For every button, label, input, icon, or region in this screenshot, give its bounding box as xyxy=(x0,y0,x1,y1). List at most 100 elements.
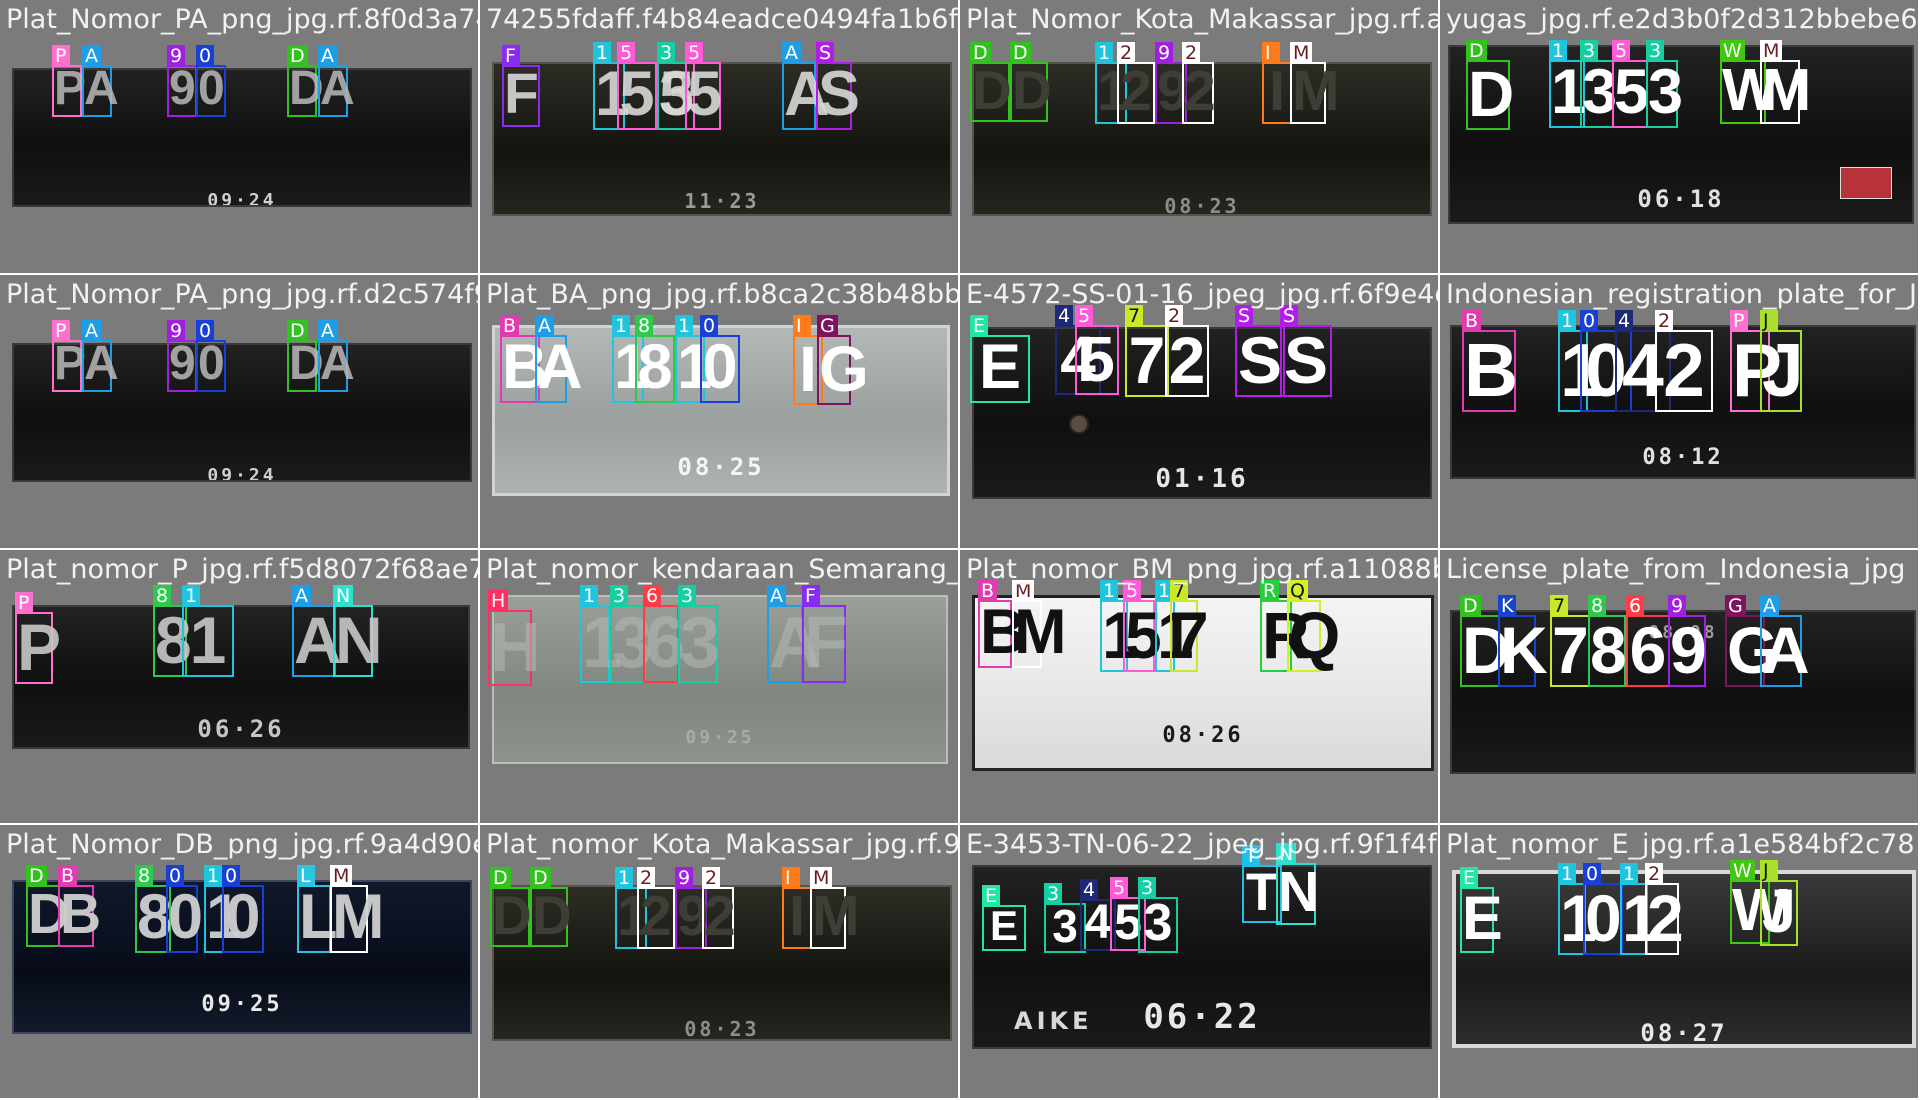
detection-box: 99 xyxy=(167,45,197,117)
detection-box: 33 xyxy=(678,585,720,683)
detection-box: JJ xyxy=(1760,860,1798,946)
plate-character: 5 xyxy=(1079,323,1115,395)
plate-character: 0 xyxy=(225,882,261,952)
detection-box: QQ xyxy=(1287,580,1340,672)
class-label: B xyxy=(58,865,78,887)
class-label: B xyxy=(978,580,998,602)
detection-box: 33 xyxy=(1138,877,1178,953)
license-plate: 11·23 xyxy=(492,62,952,216)
plate-character: 1 xyxy=(189,603,227,677)
detection-box: 00 xyxy=(196,45,226,117)
detection-box: 77 xyxy=(1550,595,1590,687)
class-label: M xyxy=(1012,580,1035,602)
detection-box: II xyxy=(782,867,812,949)
plate-character: 3 xyxy=(1143,894,1173,952)
plate-expiry-date: 08·25 xyxy=(677,453,765,481)
class-label: R xyxy=(1260,580,1280,602)
plate-character: E xyxy=(978,332,1022,402)
plate-character: W xyxy=(1722,57,1778,123)
class-label: B xyxy=(500,315,520,337)
image-tile: 06·26 P P 8 8 1 1 A A N N Plat_nomor_P_jpg.rf.f5d80… xyxy=(0,550,478,823)
class-label: 1 xyxy=(182,585,201,607)
detection-box: AA xyxy=(767,585,821,683)
class-label: K xyxy=(1498,595,1517,617)
plate-character: 2 xyxy=(1120,59,1152,123)
image-filename: Plat_nomor_Kota_Makassar_jpg.rf.926e07a3 xyxy=(486,829,958,860)
plate-character: N xyxy=(335,603,383,677)
class-label: 8 xyxy=(635,315,654,337)
detection-box: 66 xyxy=(1626,595,1670,687)
detection-box: 00 xyxy=(196,320,226,392)
class-label: M xyxy=(810,867,833,889)
plate-character: 2 xyxy=(1168,323,1206,397)
class-label: 3 xyxy=(678,585,697,607)
detection-box: MM xyxy=(1290,42,1339,124)
class-label: 9 xyxy=(167,320,186,342)
class-label: D xyxy=(1466,40,1487,62)
sticker-icon xyxy=(1840,167,1892,199)
class-label: 2 xyxy=(637,867,656,889)
plate-character: 0 xyxy=(168,882,204,952)
plate-character: B xyxy=(502,332,548,402)
plate-character: M xyxy=(332,882,385,952)
plate-expiry-date: 08·27 xyxy=(1640,1019,1728,1047)
detection-box: DD xyxy=(530,867,572,947)
class-label: 6 xyxy=(1626,595,1645,617)
plate-character: 2 xyxy=(1663,328,1705,412)
detection-box: 55 xyxy=(685,42,722,130)
class-label: T xyxy=(1242,845,1260,867)
image-filename: E-3453-TN-06-22_jpeg_jpg.rf.9f1f4fdb1 xyxy=(966,829,1438,860)
class-label: D xyxy=(530,867,551,889)
plate-character: 5 xyxy=(1614,57,1650,127)
detection-box: JJ xyxy=(1760,310,1804,412)
detection-box: 11 xyxy=(1620,863,1659,955)
detection-box: 11 xyxy=(580,585,622,683)
class-label: 1 xyxy=(580,585,599,607)
image-tile: 06·18 D D 1 1 3 3 5 5 3 3 W W M Myugas_jpg.rf.e2d3b0f2… xyxy=(1440,0,1918,273)
plate-character: 9 xyxy=(1157,59,1189,123)
image-tile: 08·12 B B 1 1 0 0 4 4 2 2 P P J J Indonesian_registrati… xyxy=(1440,275,1918,548)
plate-character: 2 xyxy=(704,884,736,948)
image-tile: 08·23 D D D D 1 1 2 2 9 9 2 2 I I M M Plat_nomor_Kota_Mak… xyxy=(480,825,958,1098)
plate-character: B xyxy=(1464,328,1519,412)
image-tile: 08·27 E E 1 1 0 0 1 1 2 2 W W J J Plat_nomor_E_jpg.rf.a… xyxy=(1440,825,1918,1098)
detection-box: AA xyxy=(535,315,583,403)
class-label: 9 xyxy=(167,45,186,67)
detection-box: 22 xyxy=(1117,42,1155,124)
plate-character: A xyxy=(769,603,821,683)
plate-character: E xyxy=(989,902,1018,949)
class-label: 5 xyxy=(685,42,704,64)
detection-box: 33 xyxy=(1646,40,1683,128)
detection-box: DD xyxy=(490,867,532,947)
class-label: A xyxy=(82,45,101,67)
class-label: 4 xyxy=(1080,879,1099,901)
detection-box: 55 xyxy=(1075,305,1119,395)
class-label: 5 xyxy=(617,42,636,64)
plate-character: 0 xyxy=(198,337,225,390)
detection-box: GG xyxy=(817,315,869,405)
class-label: J xyxy=(1760,310,1778,332)
plate-character: A xyxy=(84,62,119,115)
plate-character: P xyxy=(54,337,87,390)
detection-box: NN xyxy=(1276,843,1319,925)
plate-character: 8 xyxy=(637,332,673,402)
plate-character: 3 xyxy=(1582,57,1618,127)
plate-character: P xyxy=(17,610,62,684)
image-tile: 11·23FF1155553355AASS74255fdaff.f4b84ead… xyxy=(480,0,958,273)
plate-character: B xyxy=(60,882,102,946)
class-label: P xyxy=(15,592,33,614)
class-label: I xyxy=(782,867,800,889)
class-label: A xyxy=(318,320,337,342)
class-label: 1 xyxy=(1558,863,1577,885)
plate-character: M xyxy=(1762,57,1812,123)
image-tile: 08·23 D D D D 1 1 2 2 9 9 2 2 I I M M Plat_Nomor_Kota_Mak… xyxy=(960,0,1438,273)
image-filename: Plat_Nomor_DB_png_jpg.rf.9a4d90e4e90fec0 xyxy=(6,829,478,860)
detection-box: DD xyxy=(26,865,70,947)
plate-character: D xyxy=(972,59,1012,121)
detection-box: 77 xyxy=(1125,305,1169,397)
plate-character: 8 xyxy=(155,603,192,677)
detection-box: II xyxy=(1262,42,1292,124)
plate-character: 1 xyxy=(1551,57,1587,127)
plate-character: I xyxy=(789,884,805,948)
plate-character: D xyxy=(28,882,70,946)
